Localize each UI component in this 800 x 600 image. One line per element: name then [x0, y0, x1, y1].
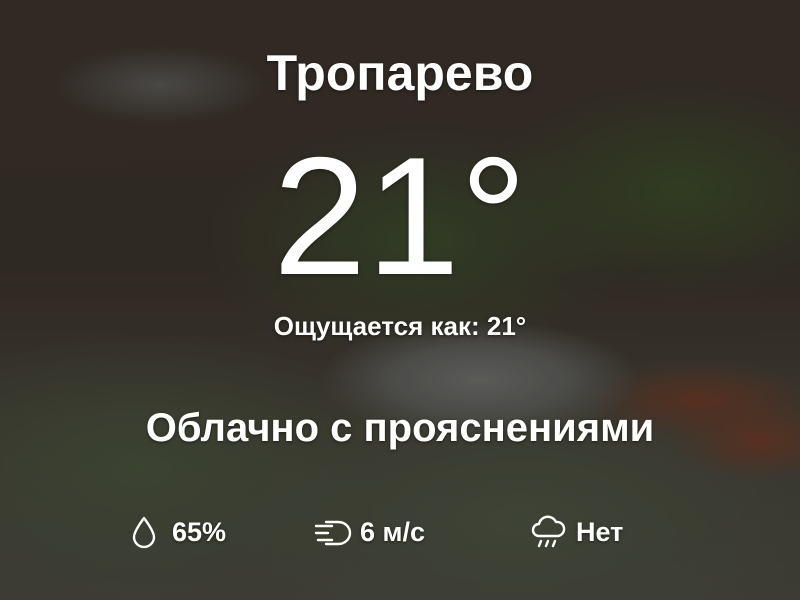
current-temperature: 21°	[272, 122, 528, 310]
feels-like: Ощущается как: 21°	[273, 311, 527, 341]
weather-condition: Облачно с прояснениями	[145, 406, 655, 450]
precipitation-value: Нет	[576, 516, 624, 547]
humidity-value: 65%	[172, 516, 227, 547]
rain-cloud-icon	[528, 512, 568, 552]
droplet-icon	[124, 512, 164, 552]
wind-stat: 6 м/с	[312, 510, 425, 554]
humidity-stat: 65%	[124, 510, 226, 554]
weather-details: 65% 6 м/с Нет	[0, 510, 800, 554]
wind-icon	[312, 512, 352, 552]
wind-value: 6 м/с	[360, 516, 426, 547]
precipitation-stat: Нет	[528, 510, 623, 554]
city-name: Тропарево	[266, 45, 534, 101]
